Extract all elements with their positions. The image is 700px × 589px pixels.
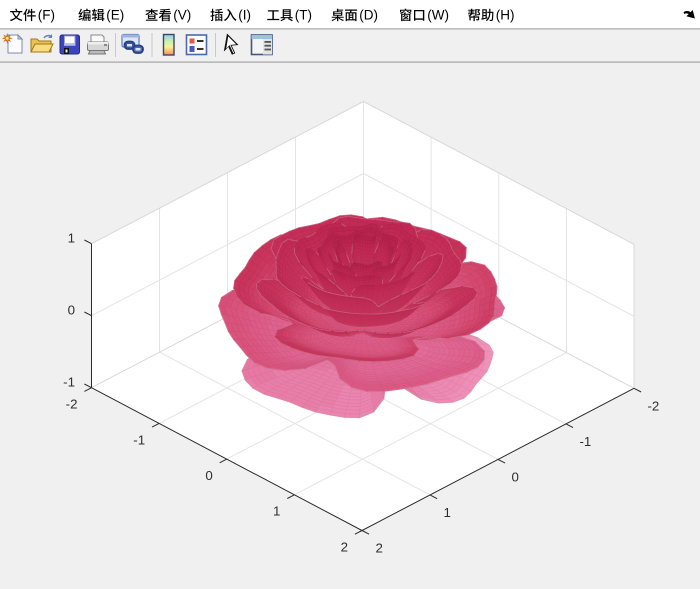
- svg-text:(W): (W): [427, 7, 449, 22]
- svg-text:(E): (E): [106, 7, 124, 22]
- svg-text:(H): (H): [496, 7, 515, 22]
- svg-text:-1: -1: [63, 375, 75, 390]
- svg-text:0: 0: [68, 303, 75, 318]
- svg-text:(V): (V): [173, 7, 191, 22]
- svg-text:-1: -1: [580, 434, 592, 449]
- svg-text:-2: -2: [648, 398, 660, 413]
- svg-text:2: 2: [341, 539, 348, 554]
- svg-text:(I): (I): [238, 7, 251, 22]
- svg-text:1: 1: [273, 504, 280, 519]
- svg-text:-2: -2: [66, 397, 78, 412]
- svg-text:2: 2: [376, 541, 383, 556]
- svg-text:1: 1: [68, 231, 75, 246]
- svg-text:(F): (F): [38, 7, 55, 22]
- svg-text:0: 0: [512, 469, 519, 484]
- svg-text:(T): (T): [295, 7, 312, 22]
- svg-text:(D): (D): [359, 7, 378, 22]
- svg-text:-1: -1: [133, 432, 145, 447]
- svg-text:1: 1: [444, 505, 451, 520]
- svg-text:0: 0: [205, 468, 212, 483]
